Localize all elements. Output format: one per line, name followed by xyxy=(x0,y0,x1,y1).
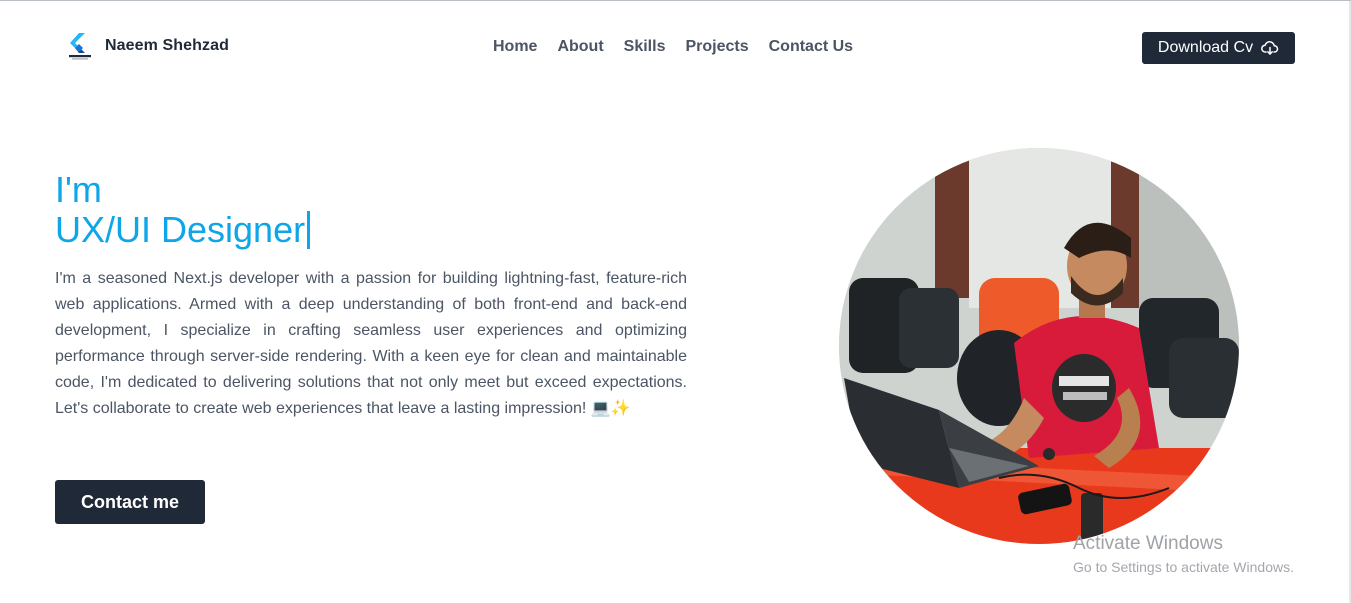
contact-me-button[interactable]: Contact me xyxy=(55,480,205,524)
nav-link-skills[interactable]: Skills xyxy=(624,38,666,56)
download-cv-button[interactable]: Download Cv xyxy=(1142,32,1295,64)
navbar: Naeem Shehzad Home About Skills Projects… xyxy=(0,1,1351,95)
nav-link-home[interactable]: Home xyxy=(493,38,537,56)
nav-link-about[interactable]: About xyxy=(557,38,603,56)
windows-activation-watermark: Activate Windows Go to Settings to activ… xyxy=(1073,533,1294,576)
hero-role: UX/UI Designer xyxy=(55,209,306,250)
typing-cursor xyxy=(307,211,311,249)
brand-name: Naeem Shehzad xyxy=(105,37,230,54)
portfolio-page: Naeem Shehzad Home About Skills Projects… xyxy=(0,0,1351,603)
download-cv-label: Download Cv xyxy=(1157,39,1254,56)
hero-intro: I'm xyxy=(55,169,102,210)
nav-links: Home About Skills Projects Contact Us xyxy=(493,38,853,56)
watermark-subtitle: Go to Settings to activate Windows. xyxy=(1073,559,1294,575)
hero-description: I'm a seasoned Next.js developer with a … xyxy=(55,270,687,417)
brand-link[interactable]: Naeem Shehzad xyxy=(66,31,229,61)
nav-link-projects[interactable]: Projects xyxy=(685,38,748,56)
hero-role-line: UX/UI Designer xyxy=(55,209,311,250)
nav-link-contact-us[interactable]: Contact Us xyxy=(769,38,853,56)
profile-photo xyxy=(839,148,1239,544)
profile-photo-image xyxy=(839,148,1239,544)
cloud-download-icon xyxy=(1261,41,1279,55)
brand-logo-icon xyxy=(69,33,91,60)
watermark-title: Activate Windows xyxy=(1073,533,1223,554)
